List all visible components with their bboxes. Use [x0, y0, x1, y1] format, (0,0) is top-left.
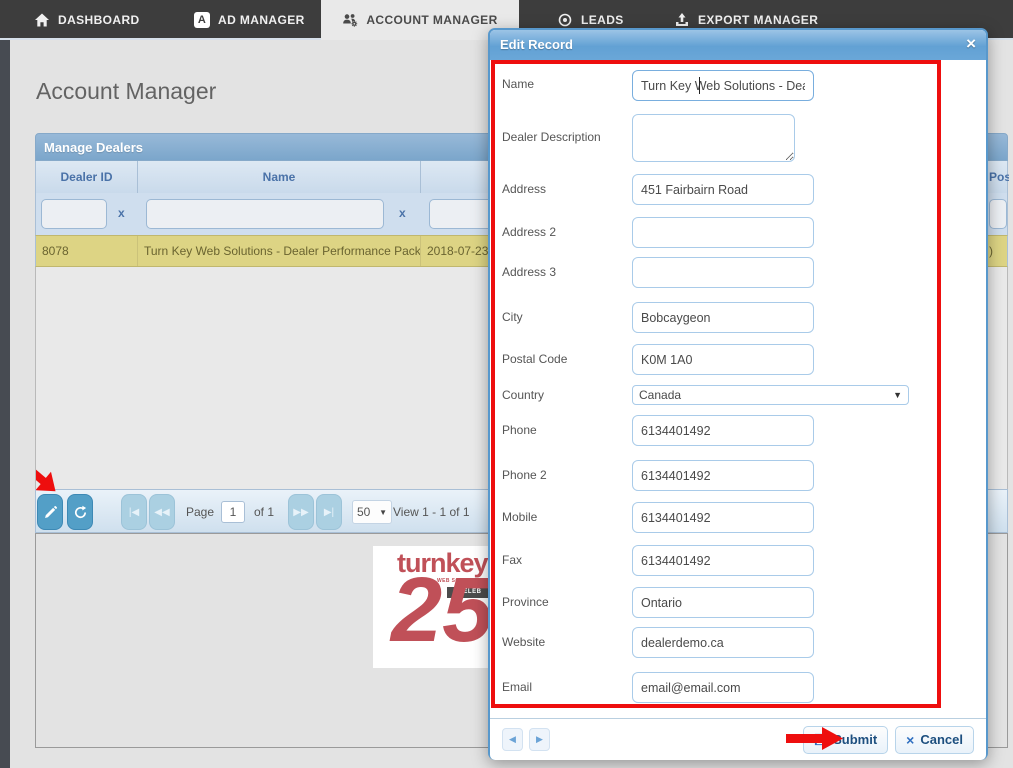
pager-page-label: Page: [186, 505, 215, 519]
field-label-website: Website: [502, 635, 546, 649]
pager-next-button[interactable]: ▶▶: [288, 494, 314, 530]
phone-field[interactable]: [632, 415, 814, 446]
text-cursor: [699, 77, 700, 94]
tab-label: DASHBOARD: [58, 13, 140, 27]
address-3-field[interactable]: [632, 257, 814, 288]
submit-label: Submit: [833, 732, 878, 747]
name-field[interactable]: [632, 70, 814, 101]
modal-footer: ◀ ▶ Submit × Cancel: [490, 718, 986, 760]
field-label-address-3: Address 3: [502, 265, 557, 279]
pager-first-button[interactable]: |◀: [121, 494, 147, 530]
field-label-postal-code: Postal Code: [502, 352, 568, 366]
cell-name: Turn Key Web Solutions - Dealer Performa…: [138, 236, 421, 266]
tab-ad-manager[interactable]: A AD MANAGER: [180, 0, 319, 40]
ad-icon: A: [194, 12, 210, 28]
pager-last-button[interactable]: ▶|: [316, 494, 342, 530]
postal-code-field[interactable]: [632, 344, 814, 375]
modal-title: Edit Record: [490, 30, 986, 60]
field-label-mobile: Mobile: [502, 510, 538, 524]
tab-label: ACCOUNT MANAGER: [366, 13, 498, 27]
refresh-icon: [74, 505, 86, 518]
pager-page-input[interactable]: [221, 501, 245, 523]
pager-prev-button[interactable]: ◀◀: [149, 494, 175, 530]
record-next-button[interactable]: ▶: [529, 728, 550, 751]
tab-label: EXPORT MANAGER: [698, 13, 819, 27]
filter-clear-name[interactable]: x: [399, 206, 406, 220]
app-screen: DASHBOARD A AD MANAGER ACCOUNT MANAGER L…: [0, 0, 1013, 768]
cancel-label: Cancel: [920, 732, 963, 747]
field-label-dealer-description: Dealer Description: [502, 130, 601, 144]
field-label-phone-2: Phone 2: [502, 468, 547, 482]
arrow-left-icon: ◀: [509, 734, 516, 744]
page-size-select[interactable]: 50 ▼: [352, 500, 392, 524]
tab-label: AD MANAGER: [218, 13, 305, 27]
city-field[interactable]: [632, 302, 814, 333]
pencil-icon: [44, 505, 57, 518]
export-icon: [676, 13, 688, 26]
address-field[interactable]: [632, 174, 814, 205]
chevron-down-icon: ▼: [893, 390, 902, 400]
filter-input-name[interactable]: [146, 199, 384, 229]
filter-input-postal[interactable]: [989, 199, 1007, 229]
address-2-field[interactable]: [632, 217, 814, 248]
save-icon: [815, 733, 827, 746]
cell-dealer-id: 8078: [36, 236, 138, 266]
chevron-down-icon: ▼: [379, 507, 387, 517]
edit-record-button[interactable]: [37, 494, 63, 530]
col-header-postal[interactable]: Post: [987, 161, 1009, 193]
email-field[interactable]: [632, 672, 814, 703]
users-gear-icon: [343, 14, 358, 27]
field-label-email: Email: [502, 680, 533, 694]
field-label-phone: Phone: [502, 423, 537, 437]
field-label-city: City: [502, 310, 523, 324]
field-label-fax: Fax: [502, 553, 523, 567]
filter-input-dealer-id[interactable]: [41, 199, 107, 229]
col-header-name[interactable]: Name: [138, 161, 421, 193]
field-label-address: Address: [502, 182, 547, 196]
turnkey-logo: turnkey WEB SOLUTIONS CELEB 25: [373, 546, 493, 668]
fax-field[interactable]: [632, 545, 814, 576]
country-select[interactable]: Canada ▼: [632, 385, 909, 405]
pager-view-text: View 1 - 1 of 1: [393, 505, 470, 519]
col-header-dealer-id[interactable]: Dealer ID: [36, 161, 138, 193]
arrow-right-icon: ▶: [536, 734, 543, 744]
website-field[interactable]: [632, 627, 814, 658]
refresh-button[interactable]: [67, 494, 93, 530]
province-field[interactable]: [632, 587, 814, 618]
pager-of-label: of 1: [254, 505, 275, 519]
home-icon: [35, 13, 49, 27]
tab-label: LEADS: [581, 13, 624, 27]
mobile-field[interactable]: [632, 502, 814, 533]
leads-icon: [558, 13, 572, 27]
field-label-address-2: Address 2: [502, 225, 557, 239]
field-label-province: Province: [502, 595, 549, 609]
dealer-description-field[interactable]: [632, 114, 795, 162]
page-size-value: 50: [357, 505, 371, 519]
tab-dashboard[interactable]: DASHBOARD: [20, 0, 154, 40]
page-title: Account Manager: [36, 78, 217, 104]
logo-number: 25: [391, 559, 493, 661]
filter-clear-dealer-id[interactable]: x: [118, 206, 125, 220]
edit-record-modal: Edit Record × Name Dealer Description Ad…: [488, 28, 988, 760]
close-icon[interactable]: ×: [966, 34, 976, 54]
cancel-x-icon: ×: [906, 731, 915, 748]
submit-button[interactable]: Submit: [803, 725, 889, 754]
cell-postal-fragment: ): [989, 244, 993, 258]
record-prev-button[interactable]: ◀: [502, 728, 523, 751]
country-value: Canada: [639, 388, 682, 402]
phone-2-field[interactable]: [632, 460, 814, 491]
cancel-button[interactable]: × Cancel: [895, 725, 974, 754]
field-label-country: Country: [502, 388, 545, 402]
left-edge-strip: [0, 40, 10, 768]
field-label-name: Name: [502, 77, 535, 91]
